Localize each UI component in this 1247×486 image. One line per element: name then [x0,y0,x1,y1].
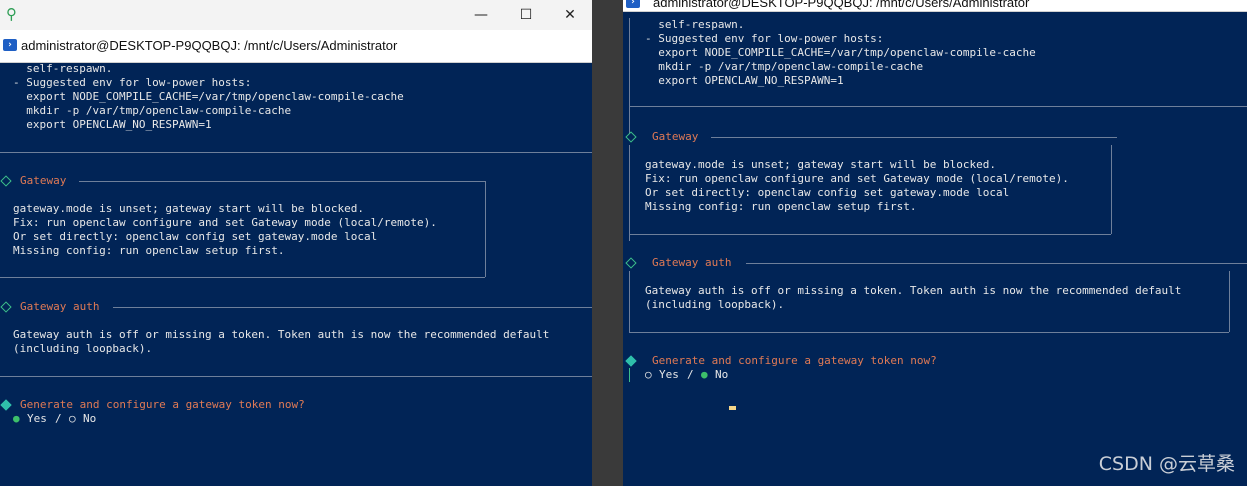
gutter-line [629,106,630,134]
output-line: - Suggested env for low-power hosts: [13,76,252,89]
section-diamond-icon [0,175,12,187]
box-bottom-border [0,376,592,377]
section-diamond-icon [0,301,12,313]
no-option[interactable]: No [83,412,96,426]
pin-icon[interactable]: ⚲ [6,4,26,24]
terminal-window-right: › administrator@DESKTOP-P9QQBQJ: /mnt/c/… [623,0,1247,486]
option-separator: / [687,368,694,381]
terminal-tab[interactable]: › administrator@DESKTOP-P9QQBQJ: /mnt/c/… [0,30,592,63]
output-line: export NODE_COMPILE_CACHE=/var/tmp/openc… [13,90,404,103]
box-top-border [79,181,485,182]
output-line: self-respawn. [13,62,113,75]
minimize-button[interactable]: — [458,0,504,30]
terminal-output[interactable]: self-respawn. - Suggested env for low-po… [623,18,1247,486]
box-right-border [1111,145,1112,234]
auth-line: Gateway auth is off or missing a token. … [13,328,550,341]
box-right-border [1229,271,1230,332]
auth-section-title: Gateway auth [652,256,732,269]
terminal-output[interactable]: self-respawn. - Suggested env for low-po… [0,62,592,486]
option-separator: / [55,412,62,425]
output-line: export OPENCLAW_NO_RESPAWN=1 [645,74,844,87]
tab-title: administrator@DESKTOP-P9QQBQJ: /mnt/c/Us… [21,38,398,53]
no-radio-selected[interactable]: ● [701,368,708,382]
box-top-border [113,307,592,308]
gateway-line: Or set directly: openclaw config set gat… [13,230,378,243]
auth-line: Gateway auth is off or missing a token. … [645,284,1182,297]
box-top-border [711,137,1117,138]
gateway-line: gateway.mode is unset; gateway start wil… [13,202,364,215]
box-bottom-border [0,277,485,278]
powershell-icon: › [626,0,640,8]
no-radio[interactable]: ○ [69,412,76,426]
prompt-question: Generate and configure a gateway token n… [20,398,305,411]
box-right-border [485,181,486,277]
watermark: CSDN @云草桑 [1098,453,1235,475]
auth-line: (including loopback). [13,342,153,355]
maximize-button[interactable]: ☐ [503,0,549,30]
gateway-line: Fix: run openclaw configure and set Gate… [13,216,437,229]
prompt-gutter [629,368,630,382]
prompt-diamond-icon [0,399,12,411]
box-bottom-border [629,332,1229,333]
no-option[interactable]: No [715,368,728,382]
terminal-cursor [729,406,736,410]
yes-option[interactable]: Yes [659,368,679,382]
gutter-line [629,271,630,332]
section-divider [0,152,592,153]
gateway-line: Or set directly: openclaw config set gat… [645,186,1010,199]
box-bottom-border [629,234,1111,235]
gateway-line: Missing config: run openclaw setup first… [13,244,285,257]
output-line: export OPENCLAW_NO_RESPAWN=1 [13,118,212,131]
output-line: export NODE_COMPILE_CACHE=/var/tmp/openc… [645,46,1036,59]
window-titlebar: ⚲ — ☐ ✕ [0,0,592,30]
output-line: self-respawn. [645,18,745,31]
gateway-section-title: Gateway [652,130,699,143]
output-line: mkdir -p /var/tmp/openclaw-compile-cache [13,104,292,117]
yes-radio-selected[interactable]: ● [13,412,20,426]
desktop-gap [592,0,623,486]
terminal-window-left: ⚲ — ☐ ✕ › administrator@DESKTOP-P9QQBQJ:… [0,0,592,486]
gateway-line: Fix: run openclaw configure and set Gate… [645,172,1069,185]
output-line: - Suggested env for low-power hosts: [645,32,884,45]
gutter-line [629,145,630,241]
section-diamond-icon [625,131,637,143]
box-top-border [746,263,1247,264]
prompt-diamond-icon [625,355,637,367]
auth-section-title: Gateway auth [20,300,100,313]
section-diamond-icon [625,257,637,269]
yes-radio[interactable]: ○ [645,368,652,382]
gateway-line: Missing config: run openclaw setup first… [645,200,917,213]
powershell-icon: › [3,39,17,51]
gateway-section-title: Gateway [20,174,67,187]
yes-option[interactable]: Yes [27,412,47,426]
auth-line: (including loopback). [645,298,785,311]
close-button[interactable]: ✕ [547,0,592,30]
section-divider [629,106,1247,107]
gateway-line: gateway.mode is unset; gateway start wil… [645,158,996,171]
gutter-line [629,18,630,106]
prompt-question: Generate and configure a gateway token n… [652,354,937,367]
tab-title: administrator@DESKTOP-P9QQBQJ: /mnt/c/Us… [653,0,1030,10]
output-line: mkdir -p /var/tmp/openclaw-compile-cache [645,60,924,73]
terminal-tab[interactable]: › administrator@DESKTOP-P9QQBQJ: /mnt/c/… [623,0,1247,12]
